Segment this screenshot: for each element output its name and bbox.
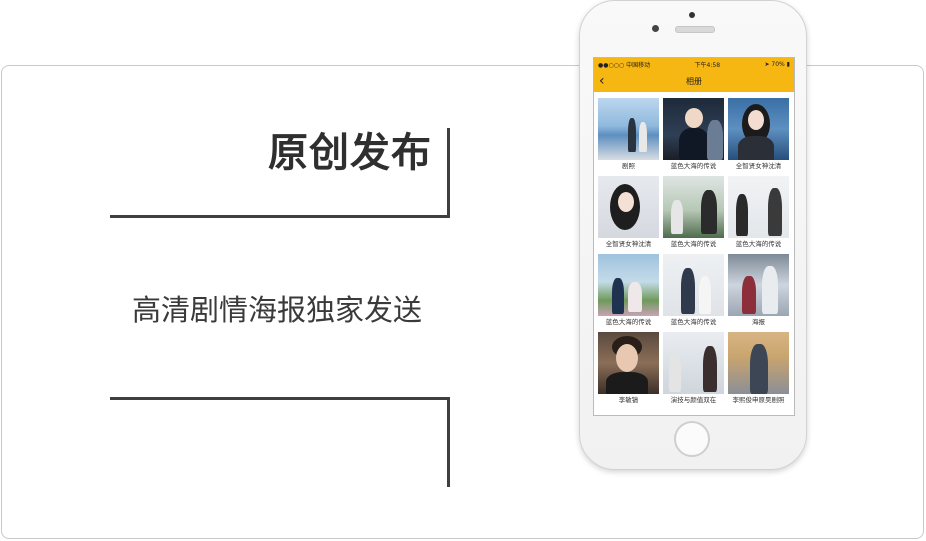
album-caption: 蓝色大海的传说: [670, 240, 717, 248]
home-button[interactable]: [674, 421, 710, 457]
earpiece-speaker: [675, 26, 715, 33]
album-item[interactable]: 蓝色大海的传说: [663, 176, 724, 250]
album-caption: 演技与颜值双在: [670, 396, 717, 404]
frame-line-top-horizontal: [110, 215, 450, 218]
album-thumbnail: [598, 98, 659, 160]
album-thumbnail: [728, 332, 789, 394]
album-item[interactable]: 海报: [728, 254, 789, 328]
album-thumbnail: [663, 254, 724, 316]
promo-stage: 原创发布 高清剧情海报独家发送 ●●○○○ 中国移动 下午4:58 ➤ 70% …: [0, 0, 926, 541]
battery-icon: ▮: [786, 60, 790, 68]
frame-line-top-vertical: [447, 128, 450, 218]
headline: 原创发布: [268, 130, 432, 176]
album-thumbnail: [598, 176, 659, 238]
album-item[interactable]: 蓝色大海的传说: [663, 98, 724, 172]
album-thumbnail: [598, 332, 659, 394]
album-thumbnail: [663, 332, 724, 394]
album-thumbnail: [728, 176, 789, 238]
album-caption: 蓝色大海的传说: [735, 240, 782, 248]
sensor-icon: [652, 25, 659, 32]
phone-screen: ●●○○○ 中国移动 下午4:58 ➤ 70% ▮ ‹ 相册 剧照 蓝色大海的传…: [593, 57, 795, 416]
phone-mockup: ●●○○○ 中国移动 下午4:58 ➤ 70% ▮ ‹ 相册 剧照 蓝色大海的传…: [579, 0, 807, 470]
status-bar: ●●○○○ 中国移动 下午4:58 ➤ 70% ▮: [594, 58, 794, 70]
album-caption: 蓝色大海的传说: [670, 162, 717, 170]
album-item[interactable]: 全智贤女神沈清: [598, 176, 659, 250]
album-caption: 全智贤女神沈清: [605, 240, 652, 248]
carrier-label: ●●○○○ 中国移动: [598, 61, 651, 69]
album-item[interactable]: 李敏镐: [598, 332, 659, 406]
album-item[interactable]: 全智贤女神沈清: [728, 98, 789, 172]
album-thumbnail: [663, 176, 724, 238]
album-caption: 海报: [752, 318, 765, 326]
album-caption: 蓝色大海的传说: [605, 318, 652, 326]
album-item[interactable]: 蓝色大海的传说: [598, 254, 659, 328]
album-thumbnail: [728, 254, 789, 316]
front-camera-icon: [689, 12, 695, 18]
subheadline: 高清剧情海报独家发送: [132, 293, 423, 327]
frame-line-bottom-horizontal: [110, 397, 450, 400]
album-thumbnail: [663, 98, 724, 160]
album-item[interactable]: 演技与颜值双在: [663, 332, 724, 406]
album-caption: 李熙俊申原昊剧照: [732, 396, 785, 404]
album-caption: 剧照: [622, 162, 635, 170]
album-grid: 剧照 蓝色大海的传说 全智贤女神沈清 全智贤女神沈清 蓝色大海的传说 蓝色大海的…: [594, 92, 794, 406]
back-chevron-icon[interactable]: ‹: [599, 73, 605, 89]
album-item[interactable]: 蓝色大海的传说: [663, 254, 724, 328]
album-caption: 蓝色大海的传说: [670, 318, 717, 326]
nav-bar: ‹ 相册: [594, 70, 794, 92]
battery-label: ➤ 70% ▮: [764, 60, 790, 68]
album-item[interactable]: 蓝色大海的传说: [728, 176, 789, 250]
album-item[interactable]: 剧照: [598, 98, 659, 172]
clock-label: 下午4:58: [694, 61, 721, 69]
album-caption: 全智贤女神沈清: [735, 162, 782, 170]
nav-title: 相册: [686, 76, 702, 86]
frame-line-bottom-vertical: [447, 397, 450, 487]
album-item[interactable]: 李熙俊申原昊剧照: [728, 332, 789, 406]
album-caption: 李敏镐: [618, 396, 639, 404]
album-thumbnail: [728, 98, 789, 160]
album-thumbnail: [598, 254, 659, 316]
location-icon: ➤: [764, 60, 770, 68]
